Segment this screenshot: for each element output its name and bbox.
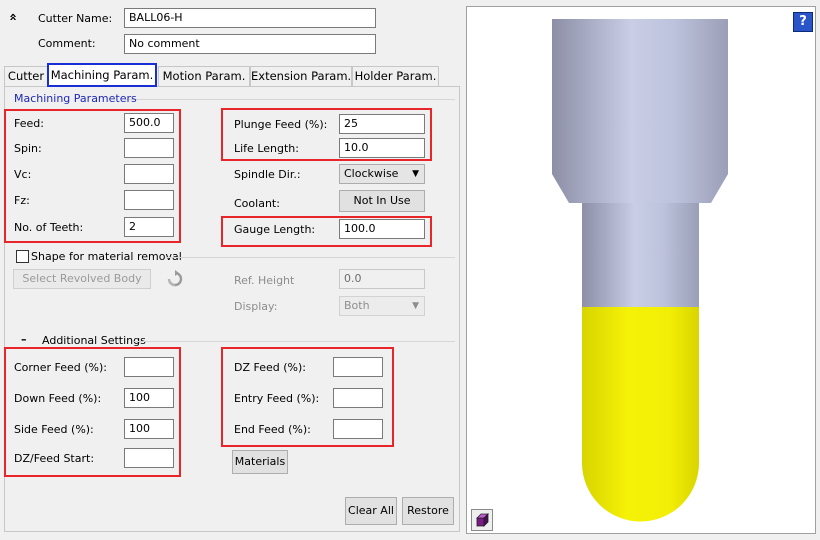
tab-holder-param[interactable]: Holder Param. [352, 66, 439, 86]
help-icon[interactable]: ? [793, 12, 813, 32]
ref-height-input[interactable]: 0.0 [339, 269, 425, 289]
clear-all-button[interactable]: Clear All [345, 497, 397, 525]
spindle-dir-value: Clockwise [344, 167, 399, 180]
fz-input[interactable] [124, 190, 174, 210]
plunge-feed-label: Plunge Feed (%): [234, 118, 328, 131]
ball-end-flute [582, 307, 699, 522]
life-length-label: Life Length: [234, 142, 299, 155]
teeth-label: No. of Teeth: [14, 221, 84, 234]
fz-label: Fz: [14, 194, 30, 207]
spindle-dir-select[interactable]: Clockwise ▼ [339, 164, 425, 184]
refresh-icon[interactable] [166, 270, 184, 288]
down-feed-label: Down Feed (%): [14, 392, 102, 405]
shape-checkbox[interactable] [16, 250, 29, 263]
shape-group-line [165, 257, 455, 258]
machining-group-line [125, 99, 455, 100]
dz-feed-label: DZ Feed (%): [234, 361, 306, 374]
cutter-name-input[interactable]: BALL06-H [124, 8, 376, 28]
additional-settings-title: Additional Settings [42, 334, 146, 347]
additional-group-line [134, 341, 455, 342]
display-select[interactable]: Both ▼ [339, 296, 425, 316]
dz-feed-start-input[interactable] [124, 448, 174, 468]
comment-label: Comment: [38, 37, 96, 50]
chevron-down-icon: ▼ [412, 301, 419, 311]
spindle-dir-label: Spindle Dir.: [234, 168, 301, 181]
coolant-button[interactable]: Not In Use [339, 190, 425, 212]
life-length-input[interactable]: 10.0 [339, 138, 425, 158]
end-feed-label: End Feed (%): [234, 423, 311, 436]
feed-label: Feed: [14, 117, 44, 130]
coolant-label: Coolant: [234, 197, 280, 210]
select-revolved-body-button[interactable]: Select Revolved Body [13, 269, 151, 289]
cutter-name-label: Cutter Name: [38, 12, 113, 25]
tool-preview-panel: ? [466, 6, 816, 534]
chevron-down-icon: ▼ [412, 169, 419, 179]
dz-feed-start-label: DZ/Feed Start: [14, 452, 95, 465]
additional-toggle-icon[interactable]: – [21, 333, 27, 347]
spin-input[interactable] [124, 138, 174, 158]
vc-label: Vc: [14, 168, 32, 181]
machining-group-title: Machining Parameters [14, 92, 137, 105]
tab-cutter[interactable]: Cutter [4, 66, 48, 86]
end-feed-input[interactable] [333, 419, 383, 439]
cutter-3d-preview [552, 19, 728, 522]
corner-feed-label: Corner Feed (%): [14, 361, 107, 374]
gauge-length-input[interactable]: 100.0 [339, 219, 425, 239]
view-cube-icon[interactable] [471, 509, 493, 531]
feed-input[interactable]: 500.0 [124, 113, 174, 133]
teeth-input[interactable]: 2 [124, 217, 174, 237]
holder-shank [552, 19, 728, 307]
restore-button[interactable]: Restore [402, 497, 454, 525]
materials-button[interactable]: Materials [232, 450, 288, 474]
tab-extension-param[interactable]: Extension Param. [250, 66, 352, 86]
side-feed-input[interactable]: 100 [124, 419, 174, 439]
gauge-length-label: Gauge Length: [234, 223, 316, 236]
entry-feed-input[interactable] [333, 388, 383, 408]
tab-motion-param[interactable]: Motion Param. [158, 66, 250, 86]
collapse-icon[interactable]: » [6, 13, 21, 21]
shape-checkbox-label: Shape for material removal [31, 250, 182, 263]
plunge-feed-input[interactable]: 25 [339, 114, 425, 134]
side-feed-label: Side Feed (%): [14, 423, 94, 436]
vc-input[interactable] [124, 164, 174, 184]
comment-input[interactable]: No comment [124, 34, 376, 54]
tab-machining-param[interactable]: Machining Param. [47, 63, 157, 87]
display-label: Display: [234, 300, 278, 313]
spin-label: Spin: [14, 142, 42, 155]
entry-feed-label: Entry Feed (%): [234, 392, 320, 405]
corner-feed-input[interactable] [124, 357, 174, 377]
display-value: Both [344, 299, 370, 312]
ref-height-label: Ref. Height [234, 274, 295, 287]
dz-feed-input[interactable] [333, 357, 383, 377]
down-feed-input[interactable]: 100 [124, 388, 174, 408]
